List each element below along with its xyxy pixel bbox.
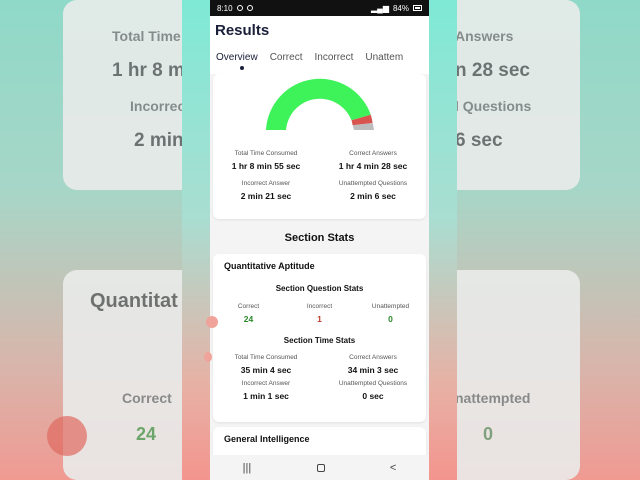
qstat-correct: Correct 24 (213, 303, 284, 324)
clock: 8:10 (217, 3, 233, 13)
stat-value: 24 (243, 314, 254, 324)
stat-label: Unattempted Questions (338, 180, 408, 187)
stat-value: 1 min 1 sec (243, 391, 289, 401)
stat-label: Correct Answers (349, 150, 397, 157)
score-gauge (266, 78, 374, 130)
overview-card: Total Time Consumed 1 hr 8 min 55 sec Co… (213, 74, 426, 219)
app-header: Results Overview Correct Incorrect Unatt… (210, 16, 429, 74)
bg-label: n 28 sec (455, 60, 530, 81)
bg-label: 0 (483, 424, 494, 444)
stat-correct-answers: Correct Answers 1 hr 4 min 28 sec (320, 150, 426, 171)
stat-total-time: Total Time Consumed 1 hr 8 min 55 sec (213, 150, 319, 171)
pencil-icon (47, 416, 87, 456)
stat-label: Unattempted Questions (338, 380, 408, 387)
stat-incorrect-answer: Incorrect Answer 2 min 21 sec (213, 180, 319, 201)
tstat-correct: Correct Answers 34 min 3 sec (320, 354, 426, 375)
stat-label: Unattempted (371, 303, 410, 310)
bg-label: 24 (136, 424, 157, 444)
question-stats-title: Section Question Stats (275, 284, 364, 293)
stat-value: 34 min 3 sec (347, 365, 399, 375)
stat-label: Total Time Consumed (234, 150, 298, 157)
bg-label: l Questions (455, 98, 532, 114)
bg-label: Incorrect (130, 98, 190, 114)
bg-label: nattempted (455, 390, 531, 406)
tab-overview[interactable]: Overview (210, 52, 264, 63)
signal-icon: ▂▄▆ (371, 3, 389, 13)
stat-value: 2 min 21 sec (240, 191, 292, 201)
phone-frame: 8:10 ▂▄▆ 84% Results Overview Correct In… (182, 0, 457, 480)
tstat-incorrect: Incorrect Answer 1 min 1 sec (213, 380, 319, 401)
status-bar: 8:10 ▂▄▆ 84% (210, 0, 429, 16)
bg-label: Answers (455, 28, 514, 44)
bg-label: 6 sec (455, 130, 503, 151)
tab-unattempted[interactable]: Unattem (359, 52, 409, 63)
stat-label: Total Time Consumed (234, 354, 298, 361)
stat-unattempted: Unattempted Questions 2 min 6 sec (320, 180, 426, 201)
section-stats-heading: Section Stats (284, 232, 355, 244)
home-button[interactable] (316, 463, 325, 472)
back-button[interactable]: < (390, 462, 396, 474)
edit-fab-edge (206, 316, 218, 328)
page-title: Results (215, 22, 270, 39)
active-tab-indicator (240, 66, 244, 70)
section-card-quant[interactable]: Quantitative Aptitude Section Question S… (213, 254, 426, 422)
stat-label: Incorrect Answer (241, 180, 291, 187)
time-stats-title: Section Time Stats (283, 336, 356, 345)
stat-value: 0 sec (362, 391, 384, 401)
stat-label: Incorrect (306, 303, 333, 310)
recent-apps-button[interactable]: ||| (243, 462, 252, 474)
battery-icon (413, 5, 422, 11)
results-tabs: Overview Correct Incorrect Unattem (210, 52, 409, 63)
edge-marker (204, 352, 212, 362)
stat-value: 0 (388, 314, 393, 324)
stat-value: 1 hr 8 min 55 sec (231, 161, 301, 171)
notification-icon (246, 5, 253, 11)
stat-label: Correct Answers (349, 354, 397, 361)
bg-label: Total Time (112, 28, 181, 44)
section-title: General Intelligence (224, 434, 310, 444)
stat-value: 1 hr 4 min 28 sec (338, 161, 408, 171)
tstat-unattempted: Unattempted Questions 0 sec (320, 380, 426, 401)
bg-label: Quantitat (90, 290, 178, 312)
qstat-unattempted: Unattempted 0 (355, 303, 426, 324)
app-screen: 8:10 ▂▄▆ 84% Results Overview Correct In… (210, 0, 429, 480)
tstat-total-time: Total Time Consumed 35 min 4 sec (213, 354, 319, 375)
stat-value: 35 min 4 sec (240, 365, 292, 375)
bg-card-right-bottom (440, 270, 580, 480)
bg-label: Correct (122, 390, 172, 406)
stat-value: 2 min 6 sec (350, 191, 396, 201)
battery-percent: 84% (392, 3, 409, 13)
stat-value: 1 (317, 314, 322, 324)
stat-label: Incorrect Answer (241, 380, 291, 387)
stat-label: Correct (237, 303, 260, 310)
section-title: Quantitative Aptitude (224, 261, 315, 271)
system-nav-bar: ||| < (210, 455, 429, 480)
qstat-incorrect: Incorrect 1 (284, 303, 355, 324)
notification-icon (236, 5, 243, 11)
tab-incorrect[interactable]: Incorrect (308, 52, 359, 63)
tab-correct[interactable]: Correct (264, 52, 309, 63)
